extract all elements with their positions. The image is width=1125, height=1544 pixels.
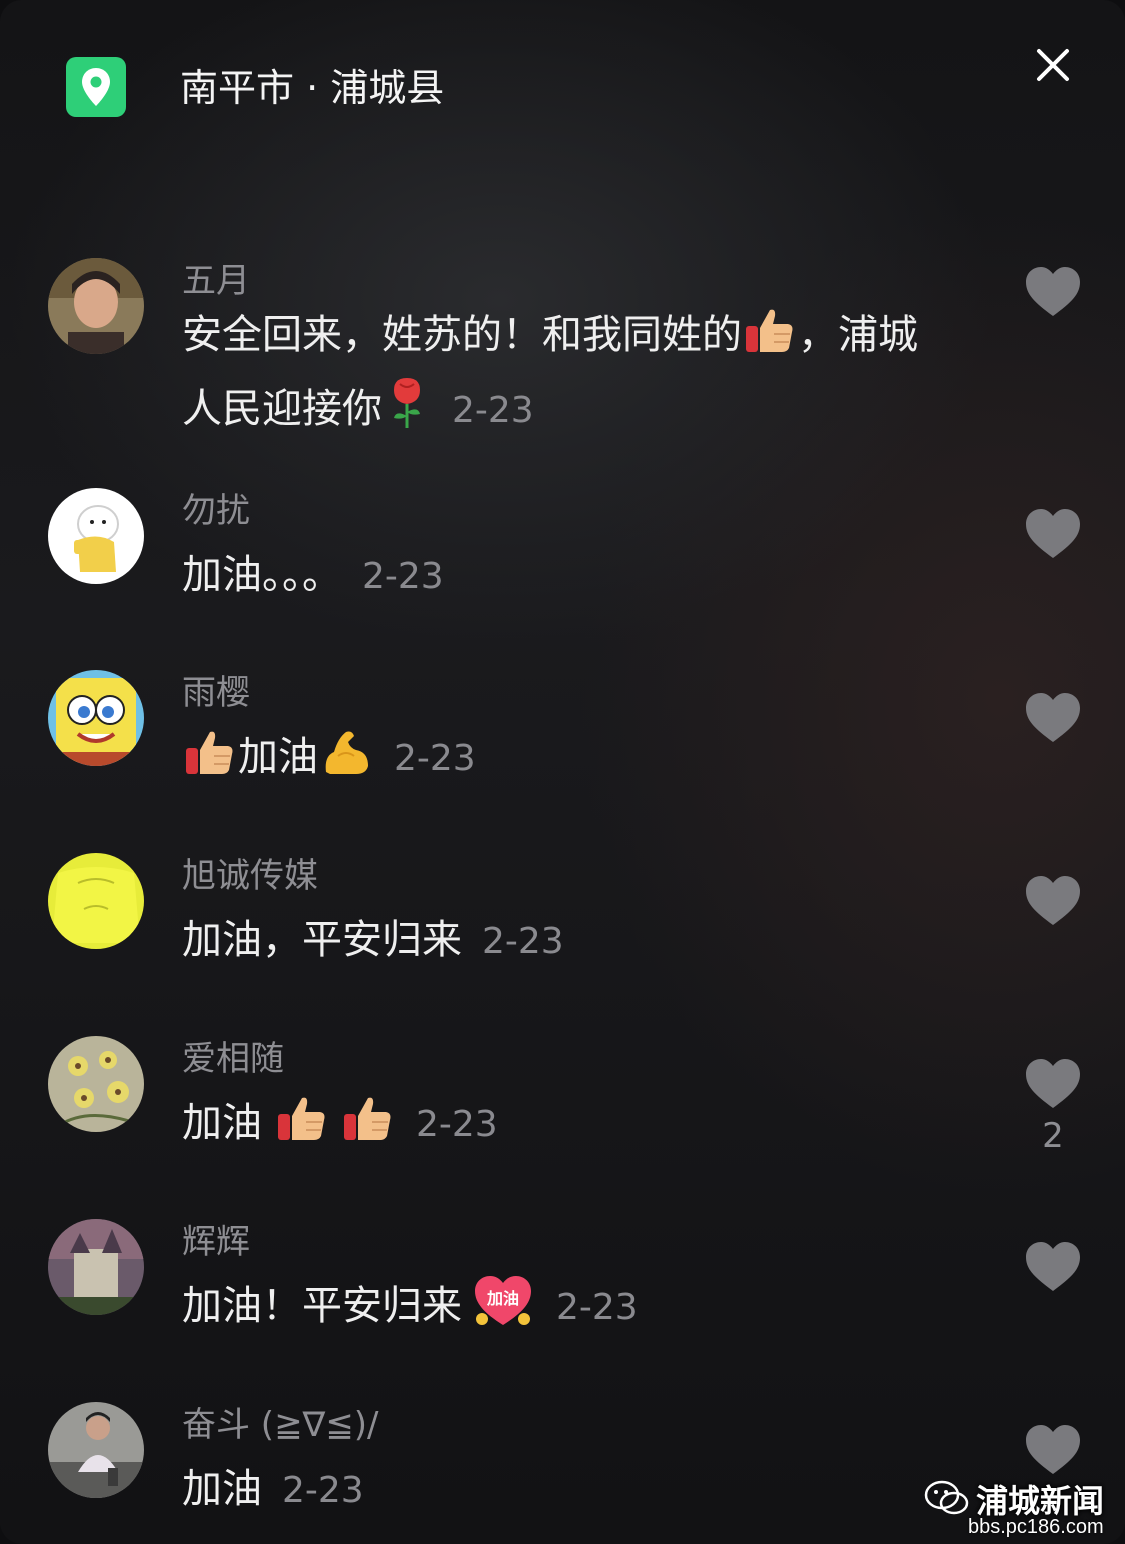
comment-date: 2-23 — [556, 1287, 638, 1328]
avatar[interactable] — [48, 258, 144, 354]
avatar[interactable] — [48, 1402, 144, 1498]
avatar[interactable] — [48, 1036, 144, 1132]
flexed-biceps-icon — [320, 726, 372, 796]
watermark: 浦城新闻 bbs.pc186.com — [924, 1476, 1124, 1542]
comment-text-part: 加油 — [182, 1466, 262, 1512]
comment-text: 加油，平安归来 2-23 — [182, 909, 942, 973]
wechat-icon — [924, 1480, 969, 1515]
comment-text: 加油 2-23 — [182, 1458, 942, 1522]
avatar[interactable] — [48, 670, 144, 766]
thumbs-up-icon — [276, 1092, 328, 1162]
like-button[interactable] — [1024, 692, 1082, 744]
comment-username[interactable]: 五月 — [182, 258, 250, 304]
like-button[interactable] — [1024, 1241, 1082, 1293]
sticker-text: 加油 — [486, 1289, 519, 1308]
avatar[interactable] — [48, 1219, 144, 1315]
comment-date: 2-23 — [394, 738, 476, 779]
map-pin-icon — [66, 57, 126, 117]
comment-text: 加油。。。 2-23 — [182, 544, 942, 608]
comment-date: 2-23 — [482, 921, 564, 962]
heart-icon — [1026, 693, 1080, 742]
comment-panel: 南平市 · 浦城县 五月 安全回来，姓苏的！和我同姓的 ，浦城人民迎接你 2-23 — [0, 0, 1125, 1544]
comment-text: 加油！平安归来 加油 2-23 — [182, 1275, 942, 1345]
location-title[interactable]: 南平市 · 浦城县 — [180, 62, 444, 114]
watermark-url: bbs.pc186.com — [968, 1516, 1104, 1538]
comment-username[interactable]: 爱相随 — [182, 1036, 284, 1082]
jiayou-heart-sticker-icon: 加油 — [472, 1275, 534, 1345]
thumbs-up-icon — [744, 304, 796, 374]
comment-username[interactable]: 旭诚传媒 — [182, 853, 318, 899]
comment-text-part: 安全回来，姓苏的！和我同姓的 — [182, 312, 742, 358]
comment-username[interactable]: 辉辉 — [182, 1219, 250, 1265]
comment-date: 2-23 — [416, 1104, 498, 1145]
comment-text-part: 加油。。。 — [182, 552, 342, 598]
comment-text: 加油 2-23 — [182, 1092, 942, 1162]
close-icon — [1037, 49, 1069, 81]
like-button[interactable] — [1024, 875, 1082, 927]
like-button[interactable] — [1024, 1058, 1082, 1110]
comment-text-part: 加油 — [238, 734, 318, 780]
heart-icon — [1026, 1425, 1080, 1474]
heart-icon — [1026, 509, 1080, 558]
comment-username[interactable]: 雨樱 — [182, 670, 250, 716]
heart-icon — [1026, 267, 1080, 316]
thumbs-up-icon — [342, 1092, 394, 1162]
comment-text-part: 加油！平安归来 — [182, 1283, 462, 1329]
close-button[interactable] — [1030, 42, 1076, 88]
comment-text: 加油 2-23 — [182, 726, 942, 796]
heart-icon — [1026, 1242, 1080, 1291]
heart-icon — [1026, 1059, 1080, 1108]
rose-icon — [384, 374, 430, 448]
comment-date: 2-23 — [362, 556, 444, 597]
comment-username[interactable]: 勿扰 — [182, 488, 250, 534]
thumbs-up-icon — [184, 726, 236, 796]
comment-text: 安全回来，姓苏的！和我同姓的 ，浦城人民迎接你 2-23 — [182, 304, 942, 448]
like-button[interactable] — [1024, 1424, 1082, 1476]
like-count: 2 — [1042, 1116, 1064, 1156]
comment-date: 2-23 — [282, 1470, 364, 1511]
like-button[interactable] — [1024, 508, 1082, 560]
comment-text-part: 加油 — [182, 1100, 262, 1146]
comment-date: 2-23 — [452, 390, 534, 431]
avatar[interactable] — [48, 853, 144, 949]
like-button[interactable] — [1024, 266, 1082, 318]
avatar[interactable] — [48, 488, 144, 584]
comment-text-part: 加油，平安归来 — [182, 917, 462, 963]
heart-icon — [1026, 876, 1080, 925]
comment-username[interactable]: 奋斗 (≧∇≦)/ — [182, 1402, 379, 1448]
